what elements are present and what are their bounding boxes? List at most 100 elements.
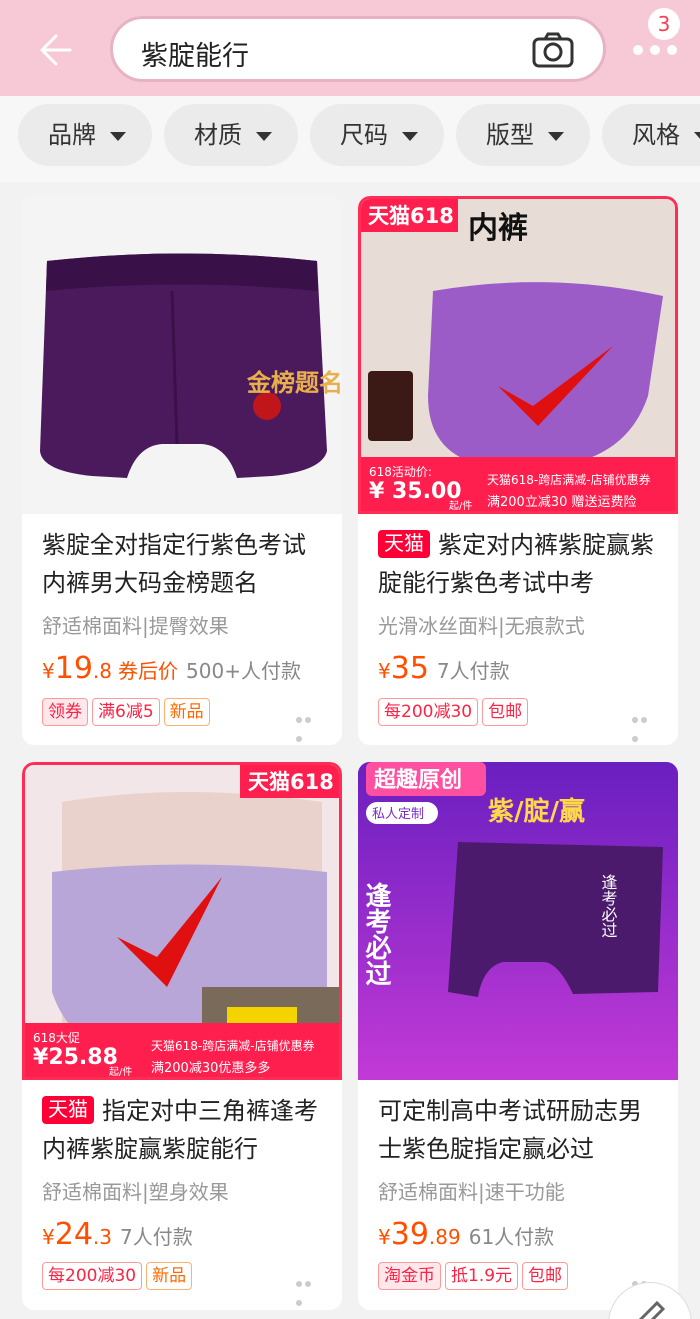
filter-fit[interactable]: 版型 bbox=[456, 104, 590, 166]
svg-text:金榜题名: 金榜题名 bbox=[246, 368, 342, 397]
currency-symbol: ¥ bbox=[42, 659, 55, 683]
price-decimal: .8 bbox=[92, 659, 113, 683]
filter-brand[interactable]: 品牌 bbox=[18, 104, 152, 166]
product-image[interactable]: 天猫618 618大促 ¥25.88 起/件 天猫618-跨店满减-店铺优惠券 … bbox=[22, 762, 342, 1080]
promo-line-2: 满200减30优惠多多 bbox=[151, 1061, 271, 1076]
filter-label: 品牌 bbox=[48, 121, 96, 149]
currency-symbol: ¥ bbox=[378, 659, 391, 683]
currency-symbol: ¥ bbox=[378, 1225, 391, 1249]
product-title[interactable]: 紫腚全对指定行紫色考试内裤男大码金榜题名 bbox=[42, 526, 324, 602]
svg-text:紫/腚/赢: 紫/腚/赢 bbox=[488, 796, 585, 827]
promo-line-1: 天猫618-跨店满减-店铺优惠券 bbox=[487, 473, 651, 487]
top-bar: 紫腚能行 3 bbox=[0, 0, 700, 96]
deduction-tag: 抵1.9元 bbox=[445, 1262, 519, 1290]
sales-count: 500+人付款 bbox=[186, 659, 301, 683]
product-card[interactable]: 超趣原创 私人定制 紫/腚/赢 逢考必过 逢考必过 可定制高中考试研励志男士紫色… bbox=[358, 762, 678, 1310]
svg-text:私人定制: 私人定制 bbox=[372, 807, 424, 822]
sales-count: 7人付款 bbox=[120, 1225, 193, 1249]
sales-count: 7人付款 bbox=[436, 659, 510, 683]
promo-banner: 618大促 ¥25.88 起/件 天猫618-跨店满减-店铺优惠券 满200减3… bbox=[25, 1023, 339, 1078]
svg-text:超趣原创: 超趣原创 bbox=[374, 767, 462, 793]
new-tag: 新品 bbox=[163, 698, 210, 726]
promo-price: ¥ 35.00 bbox=[369, 479, 462, 504]
dropdown-icon bbox=[694, 132, 700, 141]
filter-style[interactable]: 风格 bbox=[602, 104, 700, 166]
product-image[interactable]: 金榜题名 bbox=[22, 196, 342, 514]
more-options-icon[interactable] bbox=[632, 708, 658, 742]
tag-list: 每200减30 新品 bbox=[42, 1262, 196, 1290]
price-row: ¥19.8 券后价 500+人付款 bbox=[42, 651, 301, 686]
camera-icon[interactable] bbox=[531, 31, 575, 69]
price-row: ¥24.3 7人付款 bbox=[42, 1217, 193, 1252]
sales-count: 61人付款 bbox=[468, 1225, 555, 1249]
tag-list: 淘金币 抵1.9元 包邮 bbox=[378, 1262, 572, 1290]
filter-label: 尺码 bbox=[340, 121, 388, 149]
svg-text:逢考必过: 逢考必过 bbox=[361, 881, 391, 986]
more-options-icon[interactable] bbox=[296, 708, 322, 742]
shipping-tag: 包邮 bbox=[482, 698, 529, 726]
tmall-badge: 天猫 bbox=[378, 530, 430, 558]
discount-tag: 每200减30 bbox=[378, 698, 479, 726]
product-card[interactable]: 天猫618 618大促 ¥25.88 起/件 天猫618-跨店满减-店铺优惠券 … bbox=[22, 762, 342, 1310]
svg-text:内裤: 内裤 bbox=[468, 211, 528, 246]
price-decimal: .3 bbox=[92, 1225, 113, 1249]
currency-symbol: ¥ bbox=[42, 1225, 55, 1249]
tag-list: 领券 满6减5 新品 bbox=[42, 698, 214, 726]
notification-badge: 3 bbox=[648, 8, 680, 40]
coupon-tag[interactable]: 领券 bbox=[42, 698, 88, 726]
tmall-badge: 天猫 bbox=[42, 1096, 94, 1124]
discount-tag: 满6减5 bbox=[92, 698, 160, 726]
promo-line-2: 满200立减30 赠送运费险 bbox=[487, 495, 637, 510]
price-tip: 券后价 bbox=[118, 659, 179, 683]
shipping-tag: 包邮 bbox=[522, 1262, 569, 1290]
search-input[interactable]: 紫腚能行 bbox=[110, 16, 606, 82]
product-title-text: 可定制高中考试研励志男士紫色腚指定赢必过 bbox=[378, 1097, 642, 1163]
product-card[interactable]: 金榜题名 紫腚全对指定行紫色考试内裤男大码金榜题名 舒适棉面料|提臀效果 ¥19… bbox=[22, 196, 342, 745]
price-row: ¥39.89 61人付款 bbox=[378, 1217, 554, 1252]
svg-text:逢考必过: 逢考必过 bbox=[599, 874, 618, 938]
product-title[interactable]: 天猫 指定对中三角裤逢考内裤紫腚赢紫腚能行 bbox=[42, 1092, 324, 1168]
more-menu-icon[interactable] bbox=[630, 40, 680, 60]
product-features: 光滑冰丝面料|无痕款式 bbox=[378, 614, 585, 638]
product-card[interactable]: 内裤 天猫618 618活动价: ¥ 35.00 起/件 天猫618-跨店满减-… bbox=[358, 196, 678, 745]
product-image[interactable]: 内裤 天猫618 618活动价: ¥ 35.00 起/件 天猫618-跨店满减-… bbox=[358, 196, 678, 514]
promo-label: 618大促 bbox=[33, 1031, 80, 1045]
dropdown-icon bbox=[256, 132, 272, 141]
filter-label: 版型 bbox=[486, 121, 534, 149]
dropdown-icon bbox=[110, 132, 126, 141]
filter-label: 材质 bbox=[194, 121, 242, 149]
promo-unit: 起/件 bbox=[449, 501, 473, 512]
filter-bar: 品牌 材质 尺码 版型 风格 bbox=[0, 96, 700, 182]
coin-tag: 淘金币 bbox=[378, 1262, 441, 1290]
filter-material[interactable]: 材质 bbox=[164, 104, 298, 166]
promo-price: ¥25.88 bbox=[33, 1045, 118, 1070]
price-row: ¥35 7人付款 bbox=[378, 651, 510, 686]
filter-size[interactable]: 尺码 bbox=[310, 104, 444, 166]
product-image[interactable]: 超趣原创 私人定制 紫/腚/赢 逢考必过 逢考必过 bbox=[358, 762, 678, 1080]
product-title[interactable]: 天猫 紫定对内裤紫腚赢紫腚能行紫色考试中考 bbox=[378, 526, 660, 602]
price-integer: 24 bbox=[54, 1217, 93, 1252]
tag-list: 每200减30 包邮 bbox=[378, 698, 532, 726]
product-features: 舒适棉面料|塑身效果 bbox=[42, 1180, 229, 1204]
search-query: 紫腚能行 bbox=[141, 41, 249, 72]
price-decimal: .89 bbox=[428, 1225, 461, 1249]
svg-text:天猫618: 天猫618 bbox=[368, 204, 454, 228]
dropdown-icon bbox=[402, 132, 418, 141]
product-features: 舒适棉面料|提臀效果 bbox=[42, 614, 229, 638]
promo-unit: 起/件 bbox=[109, 1067, 133, 1078]
price-integer: 19 bbox=[54, 651, 93, 686]
more-options-icon[interactable] bbox=[632, 1272, 658, 1306]
product-features: 舒适棉面料|速干功能 bbox=[378, 1180, 565, 1204]
edit-icon bbox=[638, 1300, 666, 1319]
product-title[interactable]: 可定制高中考试研励志男士紫色腚指定赢必过 bbox=[378, 1092, 660, 1168]
svg-text:天猫618: 天猫618 bbox=[248, 770, 334, 794]
filter-label: 风格 bbox=[632, 121, 680, 149]
dropdown-icon bbox=[548, 132, 564, 141]
promo-banner: 618活动价: ¥ 35.00 起/件 天猫618-跨店满减-店铺优惠券 满20… bbox=[361, 457, 675, 512]
promo-label: 618活动价: bbox=[369, 465, 432, 479]
price-integer: 39 bbox=[390, 1217, 429, 1252]
product-title-text: 紫腚全对指定行紫色考试内裤男大码金榜题名 bbox=[42, 531, 306, 597]
new-tag: 新品 bbox=[146, 1262, 193, 1290]
back-arrow-icon[interactable] bbox=[34, 30, 74, 70]
more-options-icon[interactable] bbox=[296, 1272, 322, 1306]
